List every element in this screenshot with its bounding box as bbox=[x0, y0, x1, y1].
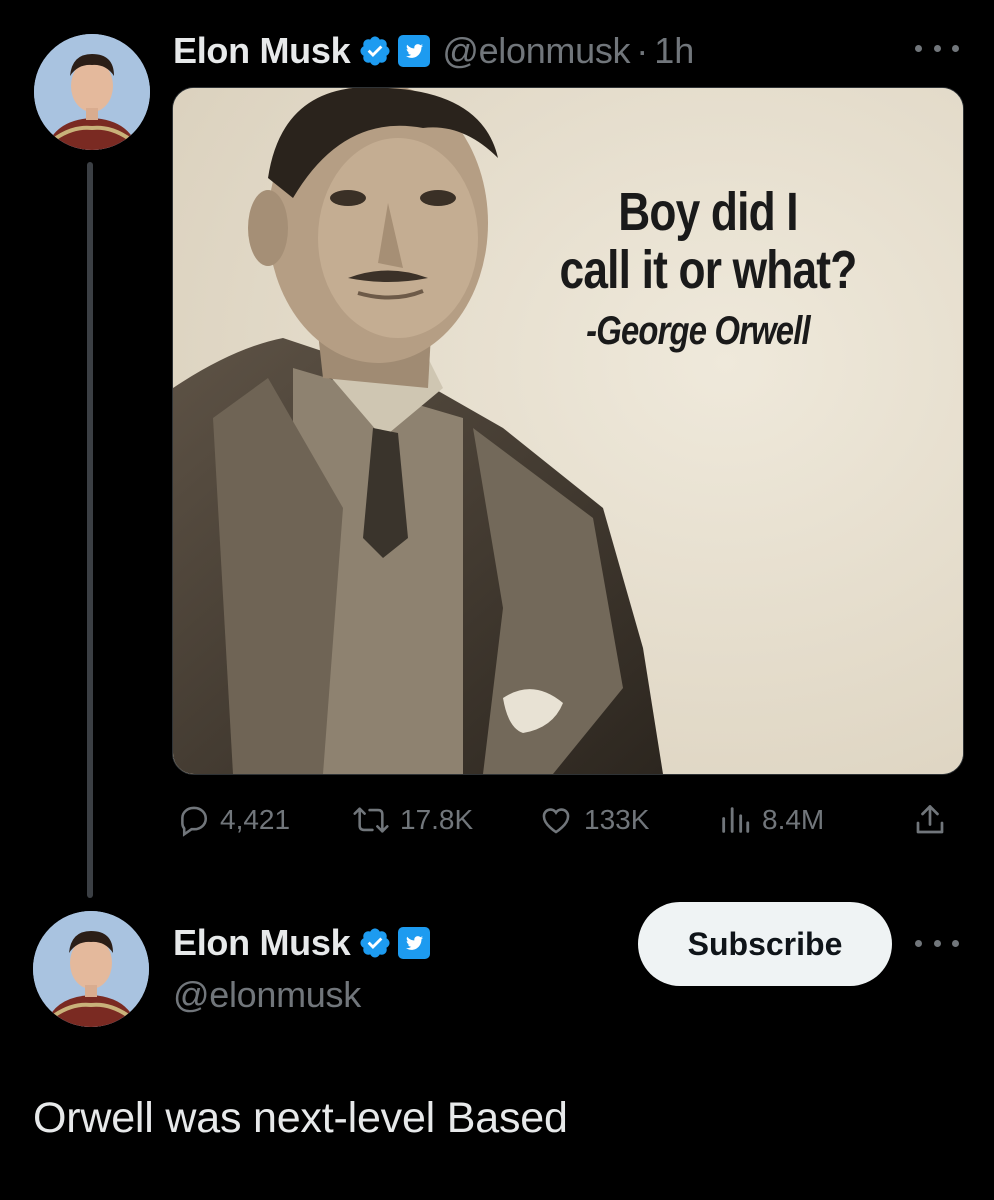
tweet-header: Elon Musk @elonmusk · 1h bbox=[173, 24, 694, 78]
author-avatar[interactable] bbox=[33, 911, 149, 1027]
quote-attribution: -George Orwell bbox=[586, 309, 810, 353]
author-avatar[interactable] bbox=[34, 34, 150, 150]
reply-icon bbox=[176, 803, 210, 837]
share-icon bbox=[912, 801, 948, 839]
tweet-media-image[interactable]: Boy did I call it or what? -George Orwel… bbox=[172, 87, 964, 775]
like-count: 133K bbox=[584, 804, 650, 835]
avatar-image bbox=[34, 34, 150, 150]
author-handle[interactable]: @elonmusk bbox=[173, 974, 361, 1016]
tweet-action-bar: 4,421 17.8K 133K 8.4M bbox=[172, 796, 962, 844]
quote-line-1: Boy did I bbox=[618, 182, 798, 242]
views-button[interactable]: 8.4M bbox=[718, 796, 824, 844]
thread-connector-line bbox=[87, 162, 93, 898]
separator-dot: · bbox=[636, 30, 649, 71]
twitter-bird-badge-icon bbox=[398, 35, 431, 67]
author-name[interactable]: Elon Musk bbox=[173, 922, 351, 964]
views-count: 8.4M bbox=[762, 804, 825, 835]
reply-button[interactable]: 4,421 bbox=[176, 796, 290, 844]
verified-badge-icon bbox=[358, 926, 392, 960]
like-icon bbox=[538, 803, 574, 837]
retweet-button[interactable]: 17.8K bbox=[352, 796, 473, 844]
tweet-header: Elon Musk @elonmusk bbox=[173, 917, 431, 1021]
share-button[interactable] bbox=[912, 796, 948, 844]
author-name[interactable]: Elon Musk bbox=[173, 30, 351, 72]
views-icon bbox=[718, 803, 752, 837]
more-icon[interactable] bbox=[915, 933, 959, 953]
subscribe-button[interactable]: Subscribe bbox=[638, 902, 892, 986]
retweet-icon bbox=[352, 803, 390, 837]
verified-badge-icon bbox=[358, 34, 392, 68]
twitter-bird-badge-icon bbox=[398, 927, 431, 959]
retweet-count: 17.8K bbox=[400, 804, 474, 835]
quote-line-2: call it or what? bbox=[559, 240, 858, 300]
avatar-image bbox=[33, 911, 149, 1027]
reply-count: 4,421 bbox=[220, 804, 291, 835]
quote-text-block: Boy did I call it or what? -George Orwel… bbox=[473, 183, 943, 355]
tweet-timestamp[interactable]: 1h bbox=[654, 30, 694, 72]
tweet-text: Orwell was next-level Based bbox=[33, 1094, 568, 1142]
like-button[interactable]: 133K bbox=[538, 796, 649, 844]
more-icon[interactable] bbox=[915, 38, 959, 58]
author-handle[interactable]: @elonmusk bbox=[442, 30, 630, 72]
